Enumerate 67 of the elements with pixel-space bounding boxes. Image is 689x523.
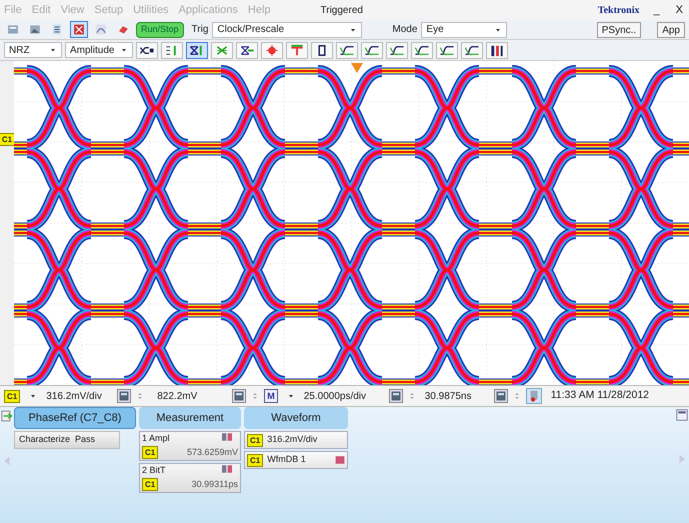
acquisition-status: Triggered	[320, 4, 363, 18]
mode-dropdown[interactable]: NRZ	[4, 42, 62, 58]
target-icon[interactable]	[261, 42, 283, 58]
measurement-card[interactable]: 2 BitT C1 30.99311ps	[139, 463, 241, 493]
horizontal-position-value[interactable]: 30.9875ns	[424, 388, 489, 404]
channel-badge: C1	[0, 133, 16, 146]
calculator-icon[interactable]	[232, 389, 246, 403]
channel-badge: C1	[142, 446, 158, 459]
calculator-icon[interactable]	[117, 389, 132, 403]
bars-icon[interactable]	[486, 42, 508, 58]
close-button[interactable]: X	[674, 2, 685, 18]
edge-icon[interactable]	[411, 42, 433, 58]
trigger-label: Trig	[192, 23, 208, 37]
waveform-label: WfmDB 1	[267, 453, 306, 466]
measurement-label: 2 BitT	[142, 464, 166, 477]
characterize-button[interactable]: Characterize Pass	[14, 431, 120, 449]
edge-icon[interactable]	[336, 42, 358, 58]
panel-header[interactable]: PhaseRef (C7_C8)	[14, 407, 136, 429]
edge-icon[interactable]	[461, 42, 483, 58]
calculator-icon[interactable]	[494, 389, 508, 403]
calculator-icon[interactable]	[388, 389, 403, 403]
panel-toggle-icon[interactable]	[0, 409, 14, 423]
caret-icon[interactable]	[286, 392, 295, 400]
caret-icon[interactable]	[29, 392, 38, 400]
toolbar-button[interactable]: PSync..	[596, 22, 642, 38]
recall-icon[interactable]	[526, 388, 542, 404]
channel-badge: C1	[142, 478, 158, 491]
mode-label: Mode	[392, 23, 418, 37]
mode-dropdown-value: Eye	[426, 23, 444, 37]
eye-scale-icon[interactable]	[136, 42, 158, 58]
waveform-item[interactable]: C1 WfmDB 1	[244, 451, 348, 469]
measurement-card[interactable]: 1 Ampl C1 573.6259mV	[139, 431, 241, 461]
panel-header[interactable]: Waveform	[244, 407, 348, 429]
mode-dropdown-value: NRZ	[9, 44, 30, 58]
measurement-value: 30.99311ps	[192, 478, 238, 491]
window-icon[interactable]	[676, 409, 688, 421]
trigger-dropdown[interactable]: Clock/Prescale	[212, 22, 362, 38]
edge-icon[interactable]	[361, 42, 383, 58]
eye-auto-icon[interactable]	[186, 42, 208, 58]
toolbar-button[interactable]: App	[657, 22, 685, 38]
brand-logo: Tektronix	[598, 4, 640, 18]
timebase-badge: M	[264, 389, 278, 403]
channel-badge: C1	[247, 434, 264, 446]
caret-icon[interactable]	[120, 46, 128, 54]
panel-header[interactable]: Measurement	[139, 407, 241, 429]
horizontal-scale-value[interactable]: 25.0000ps/div	[304, 388, 384, 404]
mode-dropdown-value: Amplitude	[70, 44, 114, 58]
stats-icon[interactable]	[335, 455, 345, 465]
mode-dropdown[interactable]: Amplitude	[65, 42, 133, 58]
eye-pattern-icon[interactable]	[70, 21, 88, 38]
mode-dropdown[interactable]: Eye	[421, 22, 508, 38]
edge-icon[interactable]	[386, 42, 408, 58]
vertical-scale-value[interactable]: 316.2mV/div	[46, 388, 112, 404]
measurement-value: 573.6259mV	[186, 446, 238, 458]
trigger-dropdown-value: Clock/Prescale	[217, 23, 284, 37]
datetime: 11:33 AM 11/28/2012	[550, 388, 650, 404]
edge-icon[interactable]	[436, 42, 458, 58]
waveform-item[interactable]: C1 316.2mV/div	[244, 431, 348, 449]
run-stop-button[interactable]: Run/Stop	[136, 22, 184, 38]
trigger-marker-icon	[351, 63, 363, 73]
channel-badge: C1	[247, 454, 264, 466]
vertical-offset-value[interactable]: 822.2mV	[157, 388, 228, 404]
minimize-button[interactable]: _	[650, 2, 664, 18]
measurement-label: 1 Ampl	[142, 432, 170, 445]
waveform-label: 316.2mV/div	[267, 433, 318, 446]
channel-badge: C1	[4, 390, 20, 402]
caret-icon[interactable]	[49, 46, 57, 54]
